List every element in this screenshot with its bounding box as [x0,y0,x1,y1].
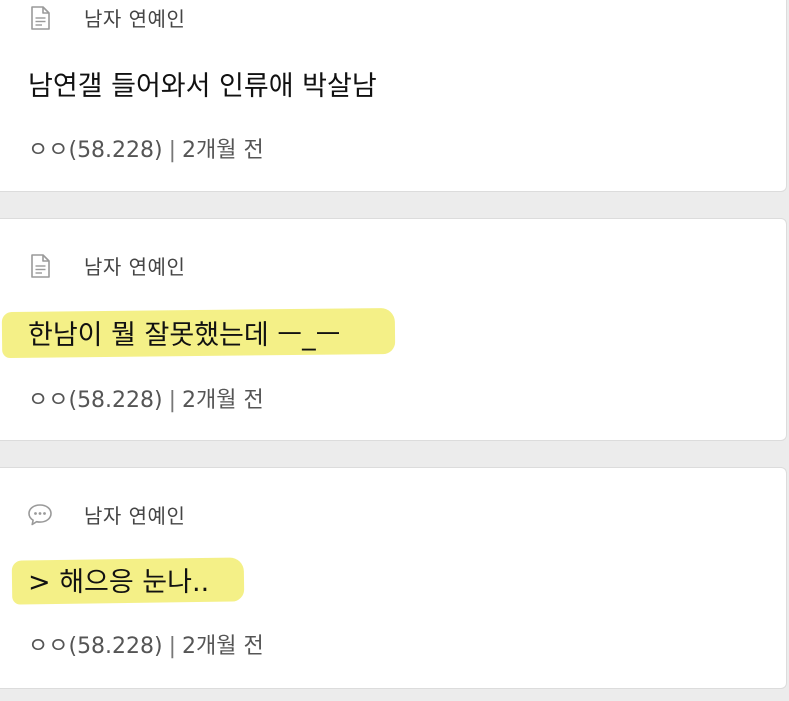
comment-text-row: > 해으응 눈나.. [0,549,245,609]
board-row: 남자 연예인 [26,500,185,529]
board-name[interactable]: 남자 연예인 [84,3,185,32]
author-name: ㅇㅇ(58.228) [28,138,163,163]
post-title[interactable]: 남연갤 들어와서 인류애 박살남 [0,64,377,103]
document-icon [26,252,54,280]
post-time: 2개월 전 [182,634,264,659]
post-card[interactable]: 남자 연예인 한남이 뭘 잘못했는데 ㅡ_ㅡ ㅇㅇ(58.228) | 2개월 전 [0,218,787,441]
board-row: 남자 연예인 [26,3,185,32]
activity-feed: 남자 연예인 남연갤 들어와서 인류애 박살남 ㅇㅇ(58.228) | 2개월 전… [0,0,789,701]
meta-separator: | [168,388,177,413]
meta-separator: | [168,138,177,163]
post-card[interactable]: 남자 연예인 남연갤 들어와서 인류애 박살남 ㅇㅇ(58.228) | 2개월 전 [0,0,787,192]
post-title[interactable]: 한남이 뭘 잘못했는데 ㅡ_ㅡ [0,313,341,352]
author-name: ㅇㅇ(58.228) [28,388,163,413]
post-title-row: 한남이 뭘 잘못했는데 ㅡ_ㅡ [0,302,396,362]
post-meta: ㅇㅇ(58.228) | 2개월 전 [28,132,264,164]
board-name[interactable]: 남자 연예인 [84,500,185,529]
document-icon [26,4,54,32]
comment-text[interactable]: > 해으응 눈나.. [0,560,209,599]
board-row: 남자 연예인 [26,251,185,280]
board-name[interactable]: 남자 연예인 [84,251,185,280]
post-meta: ㅇㅇ(58.228) | 2개월 전 [28,382,264,414]
meta-separator: | [168,634,177,659]
comment-card[interactable]: 남자 연예인 > 해으응 눈나.. ㅇㅇ(58.228) | 2개월 전 [0,467,787,689]
speech-bubble-icon [26,501,54,529]
author-name: ㅇㅇ(58.228) [28,634,163,659]
post-time: 2개월 전 [182,138,264,163]
post-time: 2개월 전 [182,388,264,413]
post-title-row: 남연갤 들어와서 인류애 박살남 [0,53,377,113]
post-meta: ㅇㅇ(58.228) | 2개월 전 [28,628,264,660]
